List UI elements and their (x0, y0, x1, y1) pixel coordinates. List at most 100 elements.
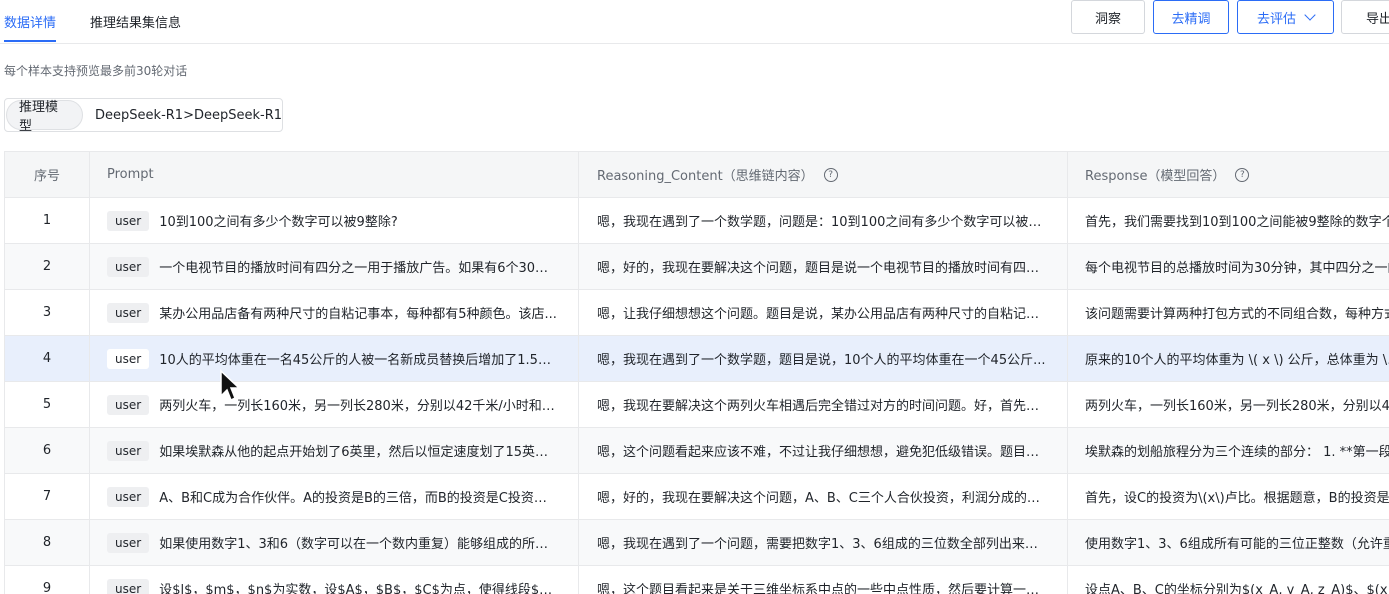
model-filter-tag: 推理模型 (6, 100, 84, 134)
table-row[interactable]: 4 user 10人的平均体重在一名45公斤的人被一名新成员替换后增加了1.5公..… (4, 336, 1389, 382)
row-reasoning[interactable]: 嗯，让我仔细想想这个问题。题目是说，某办公用品店有两种尺寸的自粘记事... (579, 290, 1068, 335)
row-prompt[interactable]: user A、B和C成为合作伙伴。A的投资是B的三倍，而B的投资是C投资的... (90, 474, 579, 519)
header-reasoning-label: Reasoning_Content（思维链内容） (597, 169, 814, 184)
prompt-text: A、B和C成为合作伙伴。A的投资是B的三倍，而B的投资是C投资的... (159, 491, 560, 506)
row-index: 4 (4, 336, 90, 381)
row-prompt[interactable]: user 设$l$，$m$，$n$为实数，设$A$，$B$，$C$为点，使得线段$… (90, 566, 579, 594)
row-prompt[interactable]: user 10人的平均体重在一名45公斤的人被一名新成员替换后增加了1.5公... (90, 336, 579, 381)
prompt-text: 如果埃默森从他的起点开始划了6英里，然后以恒定速度划了15英里... (159, 445, 560, 460)
table-row[interactable]: 2 user 一个电视节目的播放时间有四分之一用于播放广告。如果有6个30分... 嗯… (4, 244, 1389, 290)
insight-button[interactable]: 洞察 (1071, 0, 1145, 34)
row-reasoning[interactable]: 嗯，我现在遇到了一个问题，需要把数字1、3、6组成的三位数全部列出来，... (579, 520, 1068, 565)
row-prompt[interactable]: user 10到100之间有多少个数字可以被9整除? (90, 198, 579, 243)
row-reasoning[interactable]: 嗯，好的，我现在要解决这个问题，题目是说一个电视节目的播放时间有四分... (579, 244, 1068, 289)
row-index: 9 (4, 566, 90, 594)
role-tag: user (107, 394, 150, 415)
table-row[interactable]: 5 user 两列火车，一列长160米，另一列长280米，分别以42千米/小时和3.… (4, 382, 1389, 428)
help-icon[interactable]: ? (1235, 167, 1250, 182)
prompt-text: 10到100之间有多少个数字可以被9整除? (159, 215, 398, 230)
model-filter[interactable]: 推理模型 DeepSeek-R1>DeepSeek-R1 (4, 98, 283, 134)
reasoning-text: 嗯，让我仔细想想这个问题。题目是说，某办公用品店有两种尺寸的自粘记事... (597, 307, 1047, 322)
response-text: 首先，我们需要找到10到100之间能被9整除的数字个 (1085, 215, 1389, 230)
prompt-text: 某办公用品店备有两种尺寸的自粘记事本，每种都有5种颜色。该店... (159, 307, 557, 322)
role-tag: user (107, 302, 150, 323)
role-tag: user (107, 256, 150, 277)
table-header-row: 序号 Prompt Reasoning_Content（思维链内容） ? Res… (4, 152, 1389, 198)
response-text: 该问题需要计算两种打包方式的不同组合数，每种方式 (1085, 307, 1389, 322)
row-response[interactable]: 该问题需要计算两种打包方式的不同组合数，每种方式 (1068, 290, 1389, 335)
fine-tune-button[interactable]: 去精调 (1153, 0, 1229, 34)
role-tag: user (107, 486, 150, 507)
table-row[interactable]: 8 user 如果使用数字1、3和6（数字可以在一个数内重复）能够组成的所有... 嗯… (4, 520, 1389, 566)
data-table: 序号 Prompt Reasoning_Content（思维链内容） ? Res… (4, 151, 1389, 594)
role-tag: user (107, 578, 150, 594)
reasoning-text: 嗯，我现在遇到了一个数学题，题目是说，10个人的平均体重在一个45公斤... (597, 353, 1046, 368)
role-tag: user (107, 532, 150, 553)
header-response: Response（模型回答） ? (1068, 152, 1389, 197)
role-tag: user (107, 440, 150, 461)
response-text: 每个电视节目的总播放时间为30分钟，其中四分之一的 (1085, 261, 1389, 276)
response-text: 使用数字1、3、6组成所有可能的三位正整数（允许重 (1085, 537, 1389, 552)
row-index: 8 (4, 520, 90, 565)
row-response[interactable]: 埃默森的划船旅程分为三个连续的部分： 1. **第一段* (1068, 428, 1389, 473)
prompt-text: 设$l$，$m$，$n$为实数，设$A$，$B$，$C$为点，使得线段$B... (159, 583, 560, 594)
row-response[interactable]: 设点A、B、C的坐标分别为$(x_A, y_A, z_A)$、$(x (1068, 566, 1389, 594)
row-index: 7 (4, 474, 90, 519)
row-response[interactable]: 两列火车，一列长160米，另一列长280米，分别以42 (1068, 382, 1389, 427)
response-text: 首先，设C的投资为\(x\)卢比。根据题意，B的投资是C (1085, 491, 1389, 506)
row-prompt[interactable]: user 两列火车，一列长160米，另一列长280米，分别以42千米/小时和3..… (90, 382, 579, 427)
row-prompt[interactable]: user 如果埃默森从他的起点开始划了6英里，然后以恒定速度划了15英里... (90, 428, 579, 473)
role-tag: user (107, 210, 150, 231)
header-reasoning: Reasoning_Content（思维链内容） ? (579, 152, 1068, 197)
tab-inference-result-info[interactable]: 推理结果集信息 (90, 12, 181, 31)
export-button[interactable]: 导出 (1341, 0, 1389, 34)
response-text: 埃默森的划船旅程分为三个连续的部分： 1. **第一段* (1085, 445, 1389, 460)
page: 数据详情 推理结果集信息 洞察 去精调 去评估 导出 每个样本支持预览最多前30… (0, 0, 1389, 594)
row-response[interactable]: 原来的10个人的平均体重为 \( x \) 公斤，总体重为 \( 1 (1068, 336, 1389, 381)
row-reasoning[interactable]: 嗯，这个题目看起来是关于三维坐标系中点的一些中点性质，然后要计算一个... (579, 566, 1068, 594)
chevron-down-icon (1304, 8, 1316, 21)
evaluate-dropdown-button[interactable]: 去评估 (1237, 0, 1334, 34)
table-row[interactable]: 9 user 设$l$，$m$，$n$为实数，设$A$，$B$，$C$为点，使得线段… (4, 566, 1389, 594)
reasoning-text: 嗯，这个题目看起来是关于三维坐标系中点的一些中点性质，然后要计算一个... (597, 583, 1047, 594)
row-index: 3 (4, 290, 90, 335)
table-row[interactable]: 1 user 10到100之间有多少个数字可以被9整除? 嗯，我现在遇到了一个数学题，… (4, 198, 1389, 244)
row-prompt[interactable]: user 一个电视节目的播放时间有四分之一用于播放广告。如果有6个30分... (90, 244, 579, 289)
row-reasoning[interactable]: 嗯，好的，我现在要解决这个问题，A、B、C三个人合伙投资，利润分成的问... (579, 474, 1068, 519)
help-icon[interactable]: ? (823, 167, 838, 182)
response-text: 两列火车，一列长160米，另一列长280米，分别以42 (1085, 399, 1389, 414)
header-index: 序号 (4, 152, 90, 197)
reasoning-text: 嗯，这个问题看起来应该不难，不过让我仔细想想，避免犯低级错误。题目是... (597, 445, 1047, 460)
top-tab-bar: 数据详情 推理结果集信息 洞察 去精调 去评估 导出 (0, 0, 1389, 44)
row-reasoning[interactable]: 嗯，我现在要解决这个两列火车相遇后完全错过对方的时间问题。好，首先题... (579, 382, 1068, 427)
prompt-text: 如果使用数字1、3和6（数字可以在一个数内重复）能够组成的所有... (159, 537, 560, 552)
row-response[interactable]: 使用数字1、3、6组成所有可能的三位正整数（允许重 (1068, 520, 1389, 565)
row-response[interactable]: 首先，我们需要找到10到100之间能被9整除的数字个 (1068, 198, 1389, 243)
row-prompt[interactable]: user 某办公用品店备有两种尺寸的自粘记事本，每种都有5种颜色。该店... (90, 290, 579, 335)
row-prompt[interactable]: user 如果使用数字1、3和6（数字可以在一个数内重复）能够组成的所有... (90, 520, 579, 565)
table-row[interactable]: 3 user 某办公用品店备有两种尺寸的自粘记事本，每种都有5种颜色。该店... 嗯，… (4, 290, 1389, 336)
preview-hint: 每个样本支持预览最多前30轮对话 (4, 64, 188, 78)
prompt-text: 一个电视节目的播放时间有四分之一用于播放广告。如果有6个30分... (159, 261, 560, 276)
row-index: 5 (4, 382, 90, 427)
table-row[interactable]: 7 user A、B和C成为合作伙伴。A的投资是B的三倍，而B的投资是C投资的...… (4, 474, 1389, 520)
row-response[interactable]: 首先，设C的投资为\(x\)卢比。根据题意，B的投资是C (1068, 474, 1389, 519)
row-reasoning[interactable]: 嗯，我现在遇到了一个数学题，题目是说，10个人的平均体重在一个45公斤... (579, 336, 1068, 381)
reasoning-text: 嗯，好的，我现在要解决这个问题，A、B、C三个人合伙投资，利润分成的问... (597, 491, 1047, 506)
table-body: 1 user 10到100之间有多少个数字可以被9整除? 嗯，我现在遇到了一个数学题，… (4, 198, 1389, 594)
evaluate-label: 去评估 (1256, 11, 1296, 27)
row-response[interactable]: 每个电视节目的总播放时间为30分钟，其中四分之一的 (1068, 244, 1389, 289)
response-text: 设点A、B、C的坐标分别为$(x_A, y_A, z_A)$、$(x (1085, 583, 1388, 594)
tab-data-detail[interactable]: 数据详情 (4, 12, 57, 42)
reasoning-text: 嗯，我现在遇到了一个问题，需要把数字1、3、6组成的三位数全部列出来，... (597, 537, 1047, 552)
role-tag: user (107, 348, 150, 369)
table-row[interactable]: 6 user 如果埃默森从他的起点开始划了6英里，然后以恒定速度划了15英里... 嗯… (4, 428, 1389, 474)
response-text: 原来的10个人的平均体重为 \( x \) 公斤，总体重为 \( 1 (1085, 353, 1389, 368)
row-reasoning[interactable]: 嗯，我现在遇到了一个数学题，问题是：10到100之间有多少个数字可以被9... (579, 198, 1068, 243)
row-index: 2 (4, 244, 90, 289)
mouse-cursor-icon (220, 369, 241, 402)
header-response-label: Response（模型回答） (1085, 169, 1226, 184)
row-reasoning[interactable]: 嗯，这个问题看起来应该不难，不过让我仔细想想，避免犯低级错误。题目是... (579, 428, 1068, 473)
header-prompt: Prompt (90, 152, 579, 197)
reasoning-text: 嗯，好的，我现在要解决这个问题，题目是说一个电视节目的播放时间有四分... (597, 261, 1047, 276)
